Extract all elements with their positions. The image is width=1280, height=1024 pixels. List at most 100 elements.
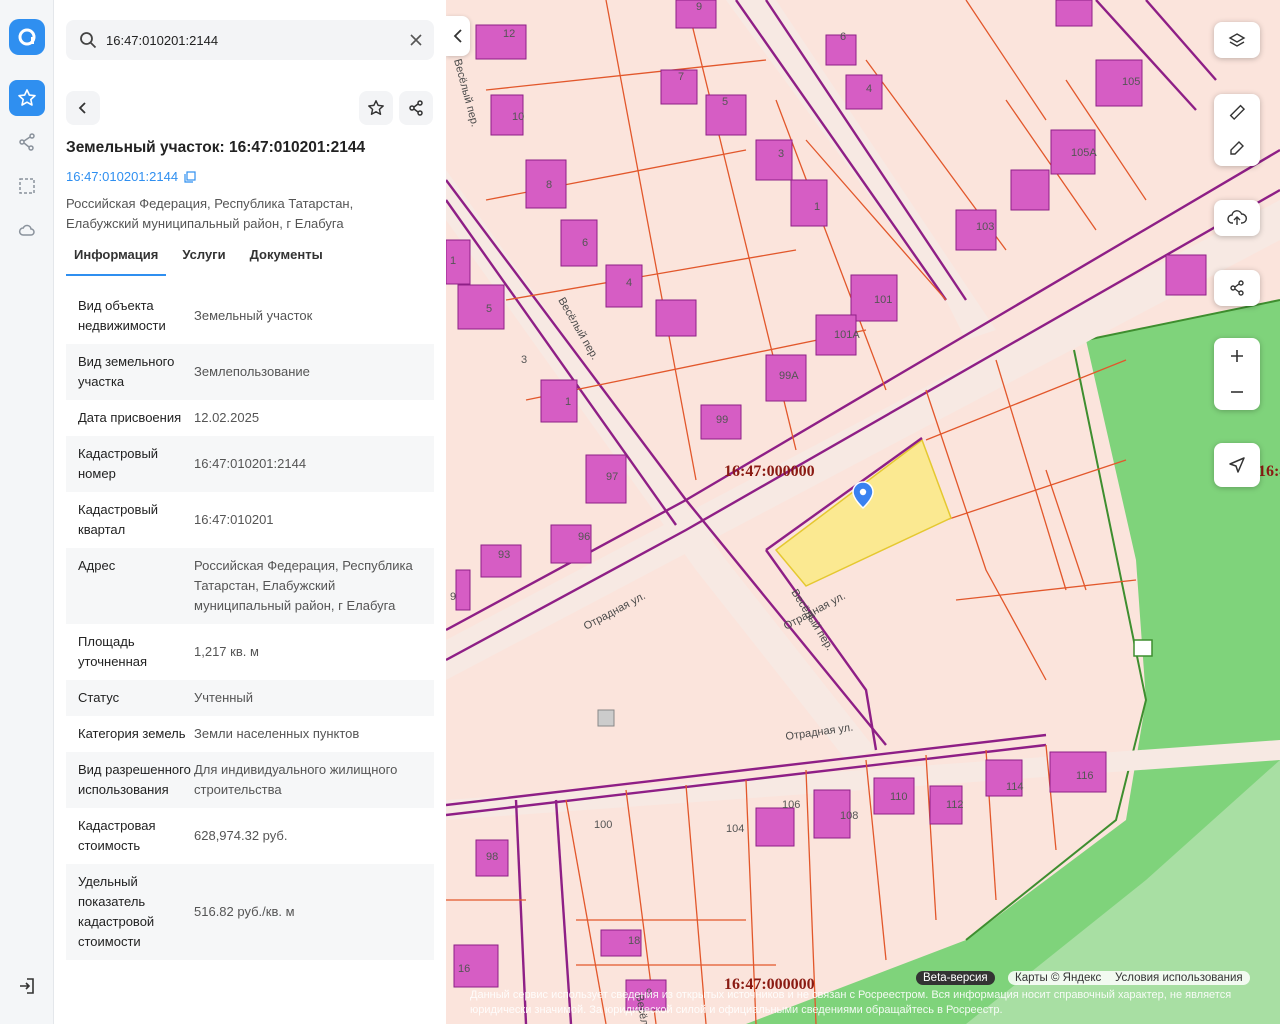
favorite-button[interactable] [359,91,393,125]
info-key: Кадастровая стоимость [78,818,156,853]
house-number-label: 16 [458,963,470,975]
house-number-label: 104 [726,823,744,835]
share-icon [409,100,423,116]
tools-control [1214,94,1260,166]
quarter-label-edge: 16:47 [1258,463,1280,480]
info-row: Дата присвоения 12.02.2025 [66,400,434,436]
house-number-label: 100 [594,819,612,831]
terms-link[interactable]: Условия использования [1108,971,1250,985]
object-info-panel: Земельный участок: 16:47:010201:2144 16:… [54,0,446,1024]
info-row: Кадастровый квартал 16:47:010201 [66,492,434,548]
navigation-arrow-icon[interactable] [1214,443,1260,487]
zoom-in-icon[interactable] [1214,338,1260,374]
info-value: 1,217 кв. м [194,644,259,659]
house-number-label: 8 [546,179,552,191]
quarter-label-top: 16:47:000000 [724,463,815,480]
info-row: Кадастровый номер 16:47:010201:2144 [66,436,434,492]
house-number-label: 106 [782,799,800,811]
house-number-label: 97 [606,471,618,483]
house-number-label: 4 [866,83,872,95]
geolocation-control[interactable] [1214,443,1260,487]
copy-icon[interactable] [184,170,196,183]
info-key: Площадь уточненная [78,634,148,669]
cadastral-number-link[interactable]: 16:47:010201:2144 [66,169,196,184]
route-nav-icon[interactable] [9,124,45,160]
info-key: Кадастровый квартал [78,502,159,537]
search-bar[interactable] [66,20,434,60]
house-number-label: 1 [450,255,456,267]
clear-search-icon[interactable] [406,30,426,50]
info-key: Вид объекта недвижимости [78,298,166,333]
info-value: Земли населенных пунктов [194,726,360,741]
info-value: Учтенный [194,690,254,705]
object-address: Российская Федерация, Республика Татарст… [66,196,354,231]
cloud-upload-icon[interactable] [1214,200,1260,236]
cloud-nav-icon[interactable] [9,212,45,248]
small-structure [597,709,615,727]
login-icon[interactable] [9,968,45,1004]
info-tabs: Информация Услуги Документы [66,240,434,276]
back-button[interactable] [66,91,100,125]
collapse-panel-button[interactable] [446,16,470,56]
select-area-nav-icon[interactable] [9,168,45,204]
house-number-label: 5 [722,96,728,108]
house-number-label: 99А [779,370,799,382]
info-row: Вид разрешенного использования Для индиви… [66,752,434,808]
house-number-label: 114 [1006,781,1024,793]
edit-icon[interactable] [1214,130,1260,166]
info-value: 516.82 руб./кв. м [194,904,295,919]
info-row: Кадастровая стоимость 628,974.32 руб. [66,808,434,864]
favorites-nav-icon[interactable] [9,80,45,116]
map-share-control[interactable] [1214,270,1260,306]
info-key: Категория земель [78,726,186,741]
house-number-label: 9 [450,591,456,603]
cadastral-map[interactable]: 16:47:000000 16:47:000000 16:47 Отрадная… [446,0,1280,1024]
left-rail [0,0,54,1024]
house-number-label: 99 [716,414,728,426]
house-number-label: 5 [486,303,492,315]
house-number-label: 108 [840,810,858,822]
tab-information[interactable]: Информация [66,240,167,276]
info-key: Дата присвоения [78,410,182,425]
info-value: 628,974.32 руб. [194,828,288,843]
house-number-label: 96 [578,531,590,543]
house-number-label: 93 [498,549,510,561]
house-number-label: 6 [840,31,846,43]
chevron-left-icon [78,102,86,114]
search-input[interactable] [106,32,396,48]
map-canvas[interactable]: 16:47:000000 16:47:000000 16:47 Отрадная… [446,0,1280,1024]
share-icon[interactable] [1214,270,1260,306]
house-number-label: 1 [814,201,820,213]
parcel-lines [446,0,1147,1024]
layers-control[interactable] [1214,22,1260,58]
info-key: Удельный показатель кадастровой стоимост… [78,874,155,949]
info-table: Вид объекта недвижимости Земельный участо… [66,288,434,1002]
app-logo-icon[interactable] [9,19,45,55]
house-number-label: 10 [512,111,524,123]
map-disclaimer: Данный сервис использует сведения из отк… [470,989,1232,1016]
share-button[interactable] [399,91,433,125]
info-key: Статус [78,690,120,705]
house-number-label: 105 [1122,76,1140,88]
small-structure-forest [1133,639,1153,657]
layers-icon[interactable] [1214,22,1260,58]
house-number-label: 110 [890,791,908,803]
house-number-label: 18 [628,935,640,947]
ruler-icon[interactable] [1214,94,1260,130]
zoom-out-icon[interactable] [1214,374,1260,410]
cadastral-number-text[interactable]: 16:47:010201:2144 [66,169,178,184]
house-number-label: 4 [626,277,632,289]
street-label: Весёлый пер. [451,58,481,129]
info-row: Статус Учтенный [66,680,434,716]
info-key: Адрес [78,558,116,573]
house-number-label: 103 [976,221,994,233]
house-number-label: 7 [678,71,684,83]
tab-documents[interactable]: Документы [242,240,331,276]
house-number-label: 6 [582,237,588,249]
info-row: Удельный показатель кадастровой стоимост… [66,864,434,960]
info-key: Кадастровый номер [78,446,159,481]
tab-services[interactable]: Услуги [174,240,233,276]
house-number-label: 3 [521,354,527,366]
upload-control[interactable] [1214,200,1260,236]
info-row: Вид объекта недвижимости Земельный участо… [66,288,434,344]
